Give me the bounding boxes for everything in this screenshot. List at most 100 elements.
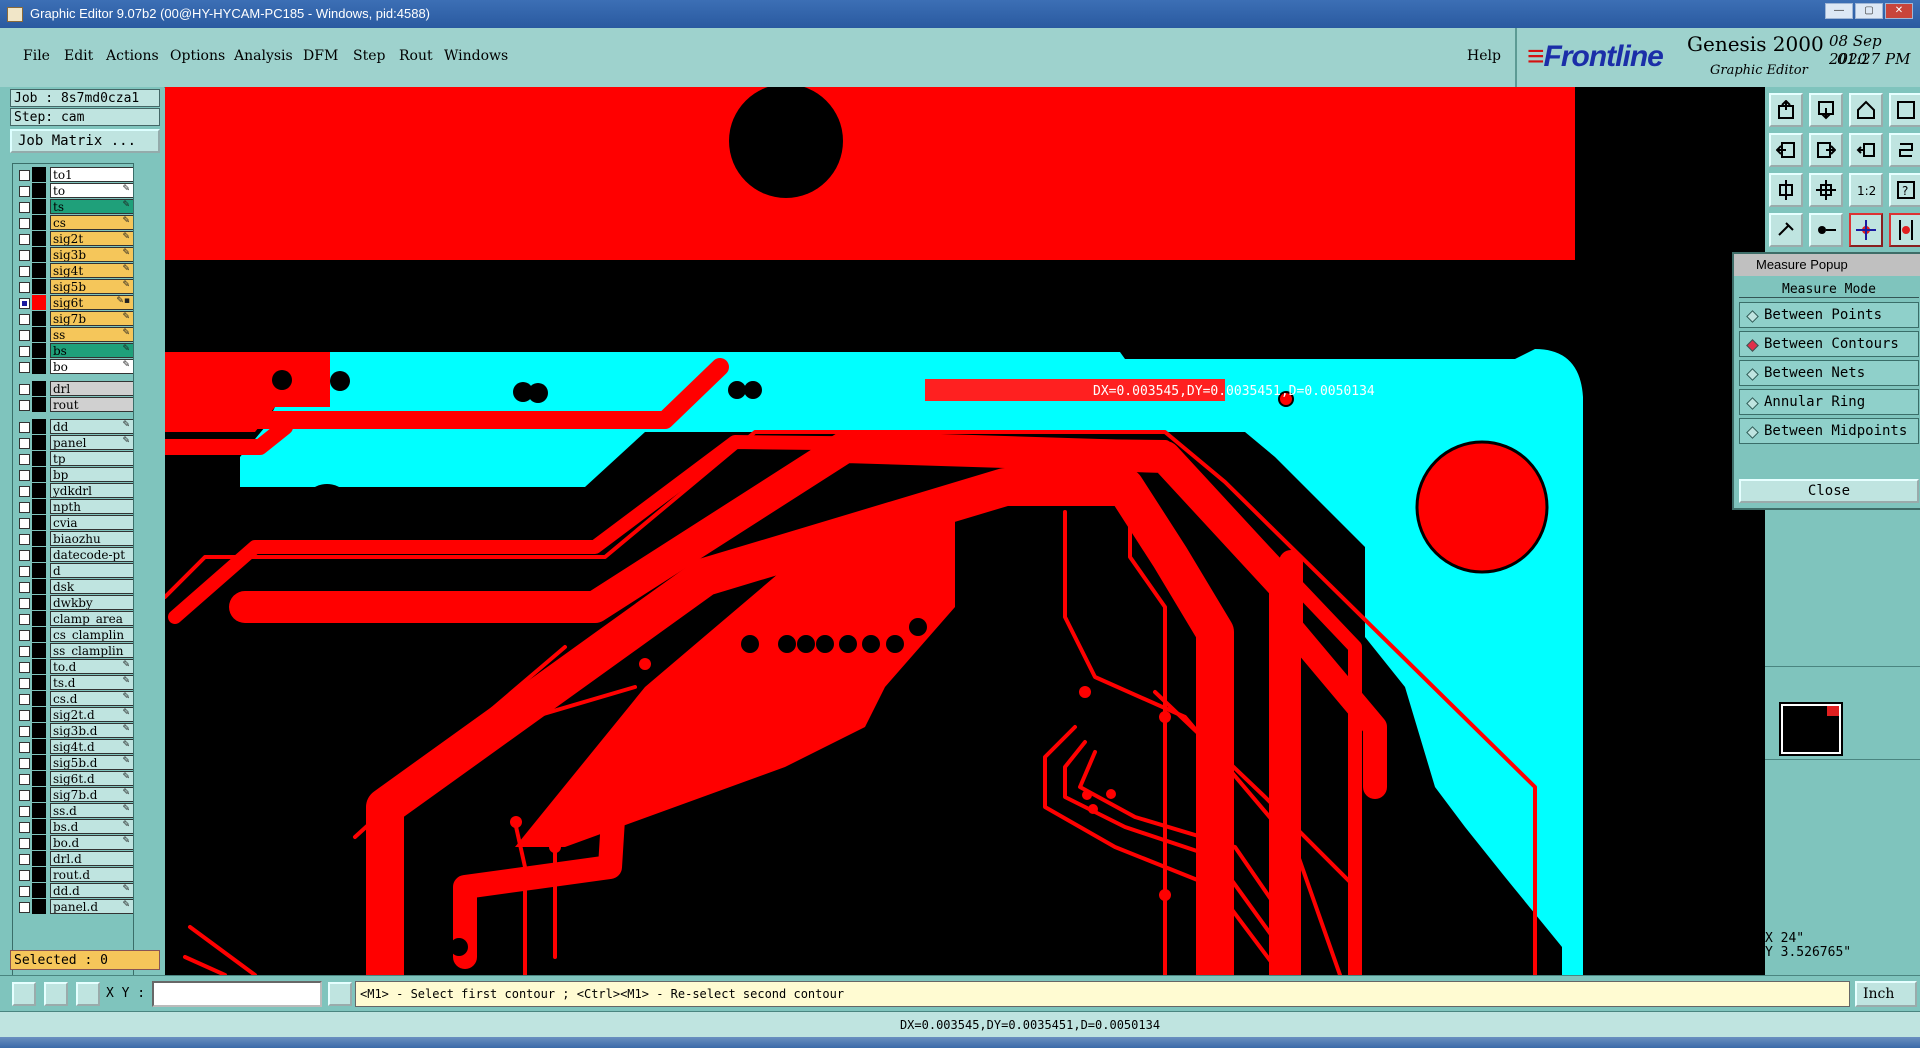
layer-row[interactable]: bs ✎ [15, 343, 133, 358]
menu-rout[interactable]: Rout [399, 48, 433, 64]
layer-checkbox[interactable] [19, 234, 30, 245]
layer-row[interactable]: drl [15, 381, 133, 396]
layer-name[interactable]: to [50, 183, 133, 198]
layer-name[interactable]: ss_clamplin [50, 643, 133, 658]
layer-checkbox[interactable] [19, 170, 30, 181]
layer-row[interactable]: panel ✎ [15, 435, 133, 450]
layer-row[interactable]: sig4t ✎ [15, 263, 133, 278]
layer-checkbox[interactable] [19, 678, 30, 689]
layer-row[interactable]: tp [15, 451, 133, 466]
layer-name[interactable]: rout [50, 397, 133, 412]
option-between-points[interactable]: Between Points [1739, 302, 1919, 328]
layer-row[interactable]: sig3b.d ✎ [15, 723, 133, 738]
layer-row[interactable]: sig2t.d ✎ [15, 707, 133, 722]
layer-color-swatch[interactable] [32, 531, 46, 546]
layer-checkbox[interactable] [19, 902, 30, 913]
pan-right-icon[interactable] [1809, 133, 1843, 167]
layer-name[interactable]: panel.d [50, 899, 133, 914]
layer-color-swatch[interactable] [32, 247, 46, 262]
layer-color-swatch[interactable] [32, 595, 46, 610]
layer-color-swatch[interactable] [32, 675, 46, 690]
layer-name[interactable]: cvia [50, 515, 133, 530]
layer-checkbox[interactable] [19, 400, 30, 411]
option-between-midpoints[interactable]: Between Midpoints [1739, 418, 1919, 444]
layer-color-swatch[interactable] [32, 199, 46, 214]
layer-checkbox[interactable] [19, 250, 30, 261]
layer-row[interactable]: d [15, 563, 133, 578]
layer-checkbox[interactable] [19, 298, 30, 309]
layer-name[interactable]: sig2t [50, 231, 133, 246]
layer-name[interactable]: datecode-pt [50, 547, 133, 562]
layer-row[interactable]: rout.d [15, 867, 133, 882]
layer-row[interactable]: ts.d ✎ [15, 675, 133, 690]
layer-color-swatch[interactable] [32, 451, 46, 466]
layer-checkbox[interactable] [19, 266, 30, 277]
layer-checkbox[interactable] [19, 202, 30, 213]
layer-row[interactable]: ss_clamplin [15, 643, 133, 658]
menu-analysis[interactable]: Analysis [234, 48, 293, 64]
menu-dfm[interactable]: DFM [303, 48, 338, 64]
layer-color-swatch[interactable] [32, 435, 46, 450]
layer-checkbox[interactable] [19, 384, 30, 395]
menu-file[interactable]: File [23, 48, 50, 64]
layer-color-swatch[interactable] [32, 515, 46, 530]
menu-edit[interactable]: Edit [64, 48, 93, 64]
layer-name[interactable]: npth [50, 499, 133, 514]
layer-color-swatch[interactable] [32, 867, 46, 882]
layer-color-swatch[interactable] [32, 643, 46, 658]
layer-color-swatch[interactable] [32, 467, 46, 482]
zoom-out-icon[interactable] [1809, 93, 1843, 127]
layer-row[interactable]: to.d ✎ [15, 659, 133, 674]
layer-name[interactable]: rout.d [50, 867, 133, 882]
redraw-icon[interactable] [1849, 133, 1883, 167]
menu-step[interactable]: Step [353, 48, 385, 64]
layer-checkbox[interactable] [19, 694, 30, 705]
home-icon[interactable] [1849, 93, 1883, 127]
layer-checkbox[interactable] [19, 614, 30, 625]
layer-row[interactable]: dwkby [15, 595, 133, 610]
layer-checkbox[interactable] [19, 330, 30, 341]
layer-color-swatch[interactable] [32, 611, 46, 626]
layer-checkbox[interactable] [19, 422, 30, 433]
layer-name[interactable]: sig3b [50, 247, 133, 262]
panel-icon[interactable] [1889, 93, 1920, 127]
layer-row[interactable]: dsk [15, 579, 133, 594]
layer-row[interactable]: bp [15, 467, 133, 482]
layer-color-swatch[interactable] [32, 183, 46, 198]
layer-color-swatch[interactable] [32, 263, 46, 278]
layer-color-swatch[interactable] [32, 295, 46, 310]
help-icon[interactable]: ? [1889, 173, 1920, 207]
layer-checkbox[interactable] [19, 646, 30, 657]
measure-popup-title[interactable]: Measure Popup [1734, 254, 1920, 276]
layer-name[interactable]: sig5b [50, 279, 133, 294]
net-icon[interactable] [1849, 213, 1883, 247]
layer-color-swatch[interactable] [32, 419, 46, 434]
layer-checkbox[interactable] [19, 822, 30, 833]
layer-color-swatch[interactable] [32, 381, 46, 396]
layer-row[interactable]: bo ✎ [15, 359, 133, 374]
layer-name[interactable]: sig6t.d [50, 771, 133, 786]
layer-name[interactable]: clamp_area [50, 611, 133, 626]
layer-color-swatch[interactable] [32, 851, 46, 866]
layer-checkbox[interactable] [19, 790, 30, 801]
layer-name[interactable]: tp [50, 451, 133, 466]
layer-name[interactable]: ss [50, 327, 133, 342]
layer-name[interactable]: sig5b.d [50, 755, 133, 770]
layer-name[interactable]: d [50, 563, 133, 578]
layer-color-swatch[interactable] [32, 499, 46, 514]
layer-color-swatch[interactable] [32, 627, 46, 642]
menu-help[interactable]: Help [1467, 48, 1501, 64]
layer-row[interactable]: sig4t.d ✎ [15, 739, 133, 754]
layer-color-swatch[interactable] [32, 579, 46, 594]
layer-row[interactable]: datecode-pt [15, 547, 133, 562]
layer-color-swatch[interactable] [32, 215, 46, 230]
layer-name[interactable]: cs.d [50, 691, 133, 706]
menu-windows[interactable]: Windows [444, 48, 508, 64]
fit-vertical-icon[interactable] [1769, 173, 1803, 207]
layer-row[interactable]: cs_clamplin [15, 627, 133, 642]
layer-name[interactable]: cs [50, 215, 133, 230]
layer-row[interactable]: dd ✎ [15, 419, 133, 434]
graphic-canvas[interactable]: DX=0.003545,DY=0.0035451,D=0.0050134 [165, 87, 1765, 975]
settings-icon[interactable] [1769, 213, 1803, 247]
layer-checkbox[interactable] [19, 758, 30, 769]
